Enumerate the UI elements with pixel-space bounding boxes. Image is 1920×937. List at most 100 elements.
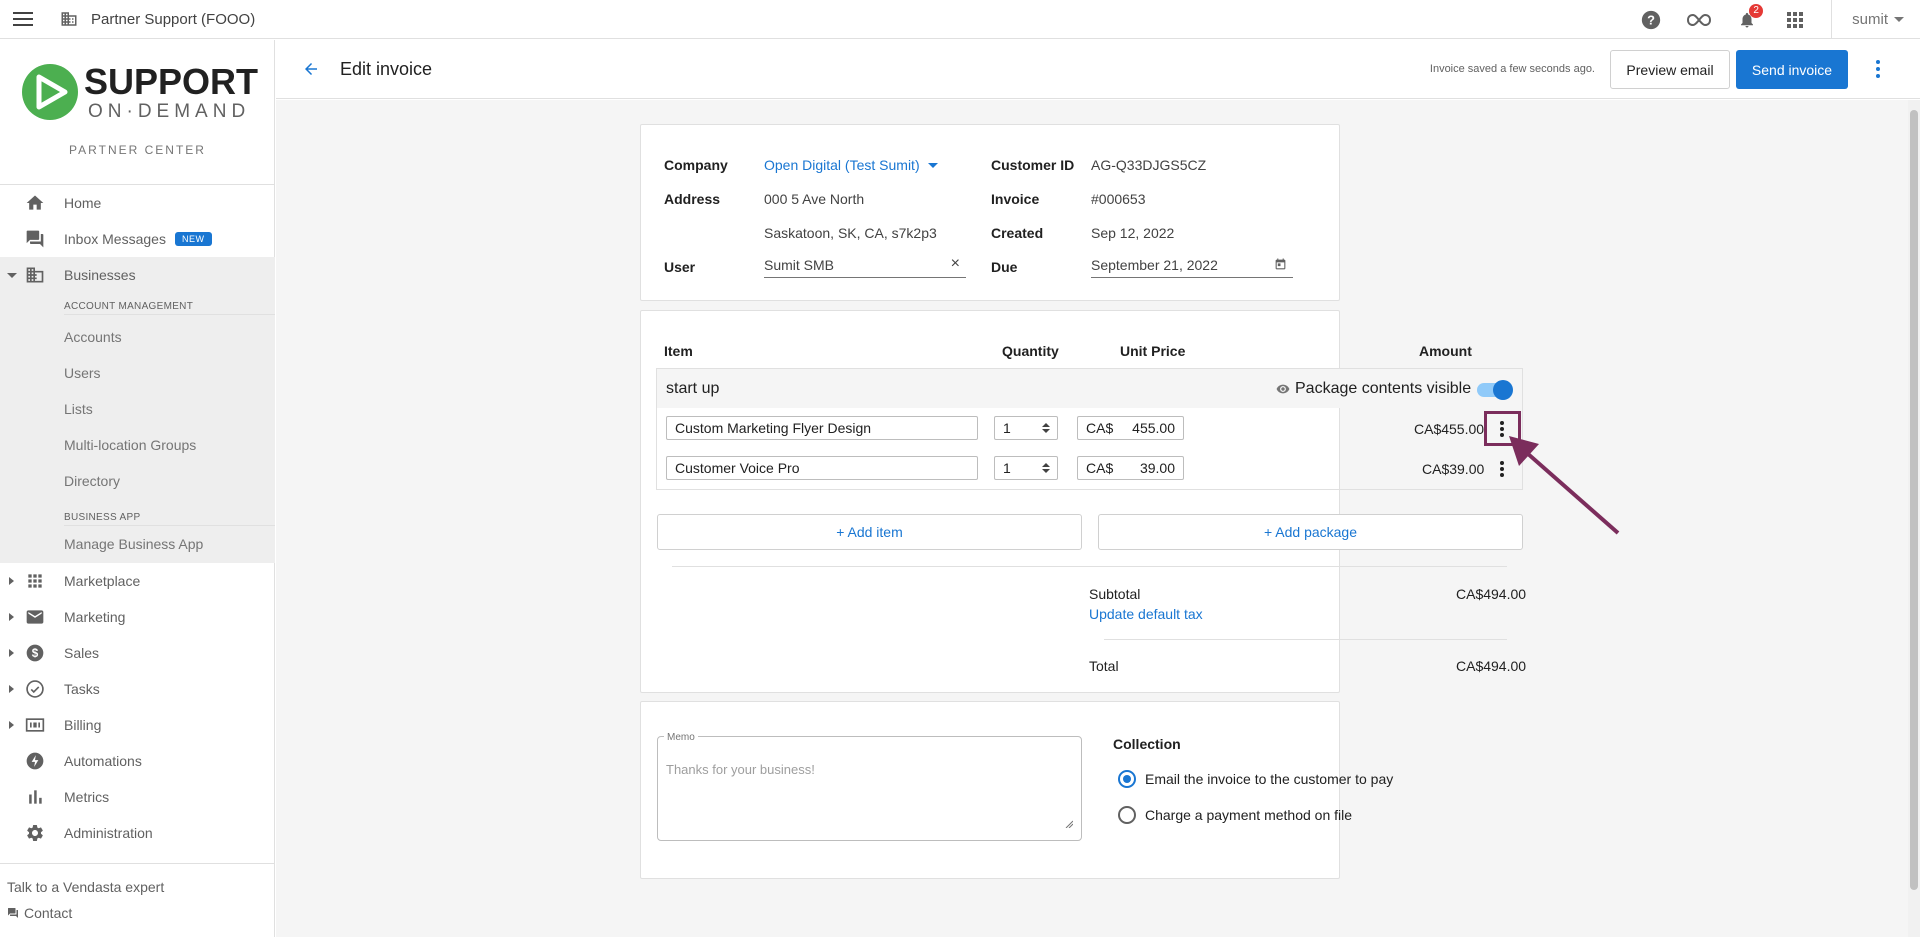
add-package-button[interactable]: + Add package [1098, 514, 1523, 550]
infinity-icon[interactable] [1687, 8, 1712, 32]
subtotal-value: CA$494.00 [1456, 586, 1527, 602]
invoice-label: Invoice [991, 191, 1040, 207]
sidebar-item-administration[interactable]: Administration [0, 815, 275, 851]
radio-charge-payment-method[interactable] [1118, 806, 1136, 824]
sidebar-item-label: Marketplace [64, 573, 141, 589]
customer-id-label: Customer ID [991, 157, 1075, 173]
check-circle-icon [26, 680, 44, 698]
divider [64, 525, 275, 526]
address-line2: Saskatoon, SK, CA, s7k2p3 [764, 225, 937, 241]
sidebar-item-automations[interactable]: Automations [0, 743, 275, 779]
unit-price-input[interactable]: CA$ 455.00 [1077, 416, 1184, 440]
scrollbar[interactable] [1908, 100, 1920, 937]
new-badge: NEW [175, 232, 212, 246]
sidebar-item-label: Billing [64, 717, 102, 733]
sidebar-item-tasks[interactable]: Tasks [0, 671, 275, 707]
mail-icon [26, 610, 44, 624]
user-menu[interactable]: sumit [1832, 11, 1920, 28]
section-header: BUSINESS APP [64, 512, 141, 523]
quantity-stepper[interactable]: 1 [994, 416, 1058, 440]
chevron-right-icon [9, 721, 14, 729]
currency-prefix: CA$ [1086, 460, 1114, 476]
chevron-right-icon [9, 649, 14, 657]
radio-email-invoice[interactable] [1118, 770, 1136, 788]
billing-icon [25, 718, 45, 732]
send-invoice-button[interactable]: Send invoice [1736, 50, 1848, 89]
stepper-arrows-icon[interactable] [1041, 421, 1051, 435]
sidebar-item-multi-location-groups[interactable]: Multi-location Groups [64, 437, 196, 453]
radio-label: Email the invoice to the customer to pay [1145, 771, 1394, 787]
line-item-more-icon[interactable] [1500, 461, 1504, 479]
update-tax-link[interactable]: Update default tax [1089, 606, 1203, 622]
sidebar-item-label: Inbox Messages [64, 231, 166, 247]
sidebar-item-home[interactable]: Home [0, 185, 275, 221]
package-visibility-toggle[interactable] [1477, 380, 1513, 400]
quantity-stepper[interactable]: 1 [994, 456, 1058, 480]
clear-icon[interactable]: × [951, 255, 960, 273]
total-value: CA$494.00 [1456, 658, 1527, 674]
sidebar-item-directory[interactable]: Directory [64, 473, 120, 489]
company-select[interactable]: Open Digital (Test Sumit) [764, 157, 938, 173]
column-header-item: Item [664, 343, 693, 359]
divider [64, 314, 275, 315]
quantity-value: 1 [1003, 460, 1011, 476]
support-on-demand-logo: SUPPORT ON·DEMAND [22, 62, 258, 122]
divider [672, 566, 1507, 567]
column-header-unit-price: Unit Price [1120, 343, 1186, 359]
due-date-value: September 21, 2022 [1091, 257, 1218, 273]
company-value: Open Digital (Test Sumit) [764, 157, 920, 173]
sidebar-item-metrics[interactable]: Metrics [0, 779, 275, 815]
contact-link[interactable]: Contact [7, 905, 72, 921]
logo-text-support: SUPPORT [84, 62, 258, 102]
contact-label: Contact [24, 905, 73, 921]
businesses-submenu: ACCOUNT MANAGEMENT Accounts Users Lists … [0, 293, 275, 563]
sidebar-item-accounts[interactable]: Accounts [64, 329, 122, 345]
chat-icon [8, 908, 18, 918]
user-field[interactable]: Sumit SMB × [764, 253, 966, 278]
unit-price-input[interactable]: CA$ 39.00 [1077, 456, 1184, 480]
sidebar-item-inbox-messages[interactable]: Inbox Messages NEW [0, 221, 275, 257]
apps-grid-icon[interactable] [1783, 8, 1807, 32]
line-amount: CA$39.00 [1422, 461, 1485, 477]
add-item-button[interactable]: + Add item [657, 514, 1082, 550]
resize-handle-icon[interactable] [1065, 820, 1073, 828]
package-row: start up Package contents visible [656, 368, 1523, 408]
stepper-arrows-icon[interactable] [1041, 461, 1051, 475]
top-app-bar: Partner Support (FOOO) ? 2 sumit [0, 0, 1920, 39]
scrollbar-thumb[interactable] [1910, 110, 1918, 890]
talk-to-expert[interactable]: Talk to a Vendasta expert [7, 879, 164, 895]
column-header-quantity: Quantity [1002, 343, 1059, 359]
due-date-field[interactable]: September 21, 2022 [1091, 253, 1293, 278]
sidebar-item-manage-business-app[interactable]: Manage Business App [64, 536, 203, 552]
sidebar-item-label: Businesses [64, 267, 136, 283]
help-icon[interactable]: ? [1639, 8, 1663, 32]
notifications-icon[interactable]: 2 [1735, 3, 1764, 32]
calendar-icon[interactable] [1274, 258, 1287, 271]
sidebar-item-businesses[interactable]: Businesses [0, 257, 275, 293]
sidebar-item-marketing[interactable]: Marketing [0, 599, 275, 635]
partner-name: Partner Support (FOOO) [91, 11, 256, 28]
sidebar-item-sales[interactable]: $ Sales [0, 635, 275, 671]
gear-icon [27, 825, 43, 841]
back-arrow-icon[interactable] [302, 60, 320, 78]
user-name: sumit [1852, 11, 1888, 28]
menu-icon[interactable] [13, 12, 33, 28]
inbox-icon [26, 230, 44, 248]
item-name-input[interactable]: Custom Marketing Flyer Design [666, 416, 978, 440]
bolt-icon [26, 752, 44, 770]
sidebar-item-users[interactable]: Users [64, 365, 101, 381]
user-value: Sumit SMB [764, 257, 835, 273]
preview-email-button[interactable]: Preview email [1610, 50, 1730, 89]
sidebar-item-label: Home [64, 195, 102, 211]
home-icon [26, 195, 44, 210]
memo-textarea[interactable] [657, 736, 1082, 841]
sidebar-item-lists[interactable]: Lists [64, 401, 93, 417]
item-name-input[interactable]: Customer Voice Pro [666, 456, 978, 480]
chevron-right-icon [9, 613, 14, 621]
sidebar-item-billing[interactable]: Billing [0, 707, 275, 743]
svg-text:$: $ [32, 647, 39, 660]
sidebar-item-marketplace[interactable]: Marketplace [0, 563, 275, 599]
collection-title: Collection [1113, 736, 1181, 752]
more-options-icon[interactable] [1876, 60, 1880, 81]
chevron-right-icon [9, 577, 14, 585]
